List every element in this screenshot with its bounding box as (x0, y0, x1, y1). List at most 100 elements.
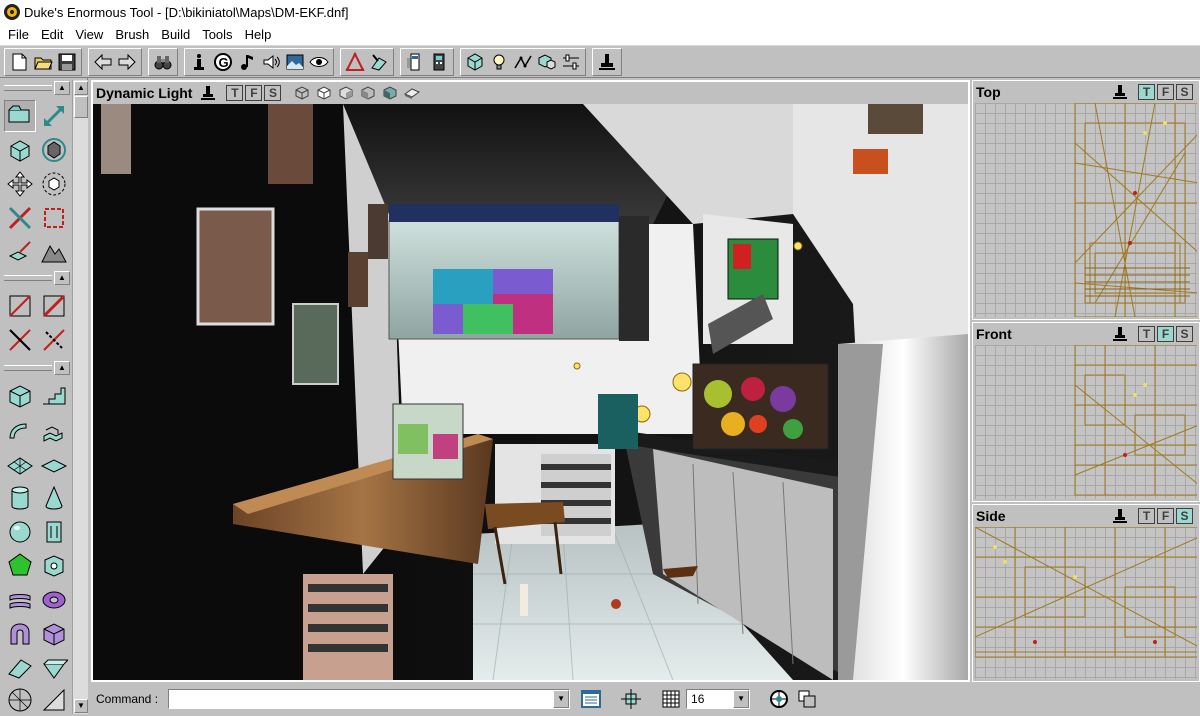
rotate-cube-icon[interactable] (38, 168, 70, 200)
stacked-brush-icon[interactable] (4, 584, 36, 616)
front-view-toggle[interactable]: F (1157, 508, 1174, 524)
3d-scene-render[interactable] (93, 104, 968, 680)
new-file-icon[interactable] (7, 50, 31, 74)
top-view-toggle[interactable]: T (1138, 326, 1155, 342)
shaded-cube-icon[interactable] (335, 84, 357, 102)
slope-brush-icon[interactable] (38, 684, 70, 716)
palette-scrollbar[interactable]: ▲ ▼ (72, 80, 88, 714)
binoculars-icon[interactable] (151, 50, 175, 74)
camera-mode-icon[interactable] (4, 100, 36, 132)
tube-brush-icon[interactable] (38, 550, 70, 582)
menu-tools[interactable]: Tools (196, 27, 238, 42)
rotation-snap-icon[interactable] (768, 688, 790, 710)
front-view-toggle[interactable]: F (245, 85, 263, 101)
scroll-down-arrow-icon[interactable]: ▼ (74, 699, 88, 713)
maximize-viewport-icon[interactable] (796, 688, 818, 710)
sheet-brush-icon[interactable] (4, 448, 36, 480)
actor-stamp-icon[interactable] (1112, 84, 1128, 100)
lightbulb-icon[interactable] (487, 50, 511, 74)
collapse-arrow-icon[interactable]: ▲ (54, 271, 70, 285)
texture-browser-icon[interactable] (283, 50, 307, 74)
calculator-icon[interactable] (403, 50, 427, 74)
perspective-viewport[interactable]: Dynamic Light T F S (91, 80, 970, 682)
vertex-edit-alt-icon[interactable] (38, 290, 70, 322)
front-viewport[interactable]: Front T F S (972, 322, 1200, 502)
side-view-toggle[interactable]: S (1176, 508, 1193, 524)
collapse-arrow-icon[interactable]: ▲ (54, 361, 70, 375)
plane-brush-icon[interactable] (38, 448, 70, 480)
side-view-toggle[interactable]: S (264, 85, 282, 101)
arch-brush-icon[interactable] (4, 618, 36, 650)
path-icon[interactable] (511, 50, 535, 74)
group-icon[interactable] (535, 50, 559, 74)
flat-cube-icon[interactable] (357, 84, 379, 102)
menu-help[interactable]: Help (239, 27, 278, 42)
cone-brush-icon[interactable] (38, 482, 70, 514)
triangle-mesh-icon[interactable] (343, 50, 367, 74)
vertex-edit-icon[interactable] (4, 290, 36, 322)
speaker-icon[interactable] (259, 50, 283, 74)
select-box-icon[interactable] (38, 202, 70, 234)
dodecahedron-brush-icon[interactable] (4, 550, 36, 582)
textured-cube-icon[interactable] (379, 84, 401, 102)
lit-surface-icon[interactable] (401, 84, 423, 102)
rotate-brush-icon[interactable] (38, 134, 70, 166)
zone-cube-icon[interactable] (313, 84, 335, 102)
actor-stamp-icon[interactable] (1112, 326, 1128, 342)
sphere-brush-icon[interactable] (4, 516, 36, 548)
curved-stairs-icon[interactable] (4, 414, 36, 446)
side-view-toggle[interactable]: S (1176, 84, 1193, 100)
front-grid-canvas[interactable] (975, 345, 1197, 499)
scroll-thumb[interactable] (74, 96, 88, 118)
wedge-brush-icon[interactable] (4, 652, 36, 684)
side-view-toggle[interactable]: S (1176, 326, 1193, 342)
cube-purple-brush-icon[interactable] (38, 618, 70, 650)
box-icon[interactable] (463, 50, 487, 74)
door-brush-icon[interactable] (38, 516, 70, 548)
top-view-toggle[interactable]: T (226, 85, 244, 101)
grid-icon[interactable] (660, 688, 682, 710)
forward-arrow-icon[interactable] (115, 50, 139, 74)
stretch-brush-icon[interactable] (4, 236, 36, 268)
side-grid-canvas[interactable] (975, 527, 1197, 679)
lattice-brush-icon[interactable] (4, 684, 36, 716)
terrain-icon[interactable] (38, 236, 70, 268)
grid-size-select[interactable]: 16 ▼ (686, 689, 751, 709)
back-arrow-icon[interactable] (91, 50, 115, 74)
shear-tool-icon[interactable] (4, 202, 36, 234)
menu-brush[interactable]: Brush (109, 27, 155, 42)
move-brush-icon[interactable] (4, 134, 36, 166)
collapse-arrow-icon[interactable]: ▲ (54, 81, 70, 95)
music-note-icon[interactable] (235, 50, 259, 74)
scale-arrow-icon[interactable] (38, 100, 70, 132)
sliders-icon[interactable] (559, 50, 583, 74)
front-view-toggle[interactable]: F (1157, 84, 1174, 100)
wireframe-cube-icon[interactable] (291, 84, 313, 102)
actor-stamp-icon[interactable] (1112, 508, 1128, 524)
move-cross-icon[interactable] (4, 168, 36, 200)
stairs-brush-icon[interactable] (38, 380, 70, 412)
chevron-down-icon[interactable]: ▼ (553, 690, 570, 708)
side-viewport[interactable]: Side T F S (972, 504, 1200, 682)
prism-brush-icon[interactable] (38, 652, 70, 684)
menu-file[interactable]: File (2, 27, 35, 42)
remote-icon[interactable] (427, 50, 451, 74)
split-tool-icon[interactable] (38, 324, 70, 356)
menu-view[interactable]: View (69, 27, 109, 42)
chevron-down-icon[interactable]: ▼ (733, 690, 750, 708)
menu-build[interactable]: Build (155, 27, 196, 42)
scroll-up-arrow-icon[interactable]: ▲ (74, 81, 88, 95)
actor-stamp-icon[interactable] (200, 85, 216, 101)
open-folder-icon[interactable] (31, 50, 55, 74)
cube-brush-icon[interactable] (4, 380, 36, 412)
top-grid-canvas[interactable] (975, 103, 1197, 317)
g-icon[interactable]: G (211, 50, 235, 74)
actor-stamp-icon[interactable] (595, 50, 619, 74)
spiral-stairs-icon[interactable] (38, 414, 70, 446)
save-icon[interactable] (55, 50, 79, 74)
top-view-toggle[interactable]: T (1138, 84, 1155, 100)
info-actor-icon[interactable] (187, 50, 211, 74)
log-window-icon[interactable] (580, 688, 602, 710)
command-input[interactable]: ▼ (168, 689, 571, 709)
rebuild-icon[interactable] (367, 50, 391, 74)
